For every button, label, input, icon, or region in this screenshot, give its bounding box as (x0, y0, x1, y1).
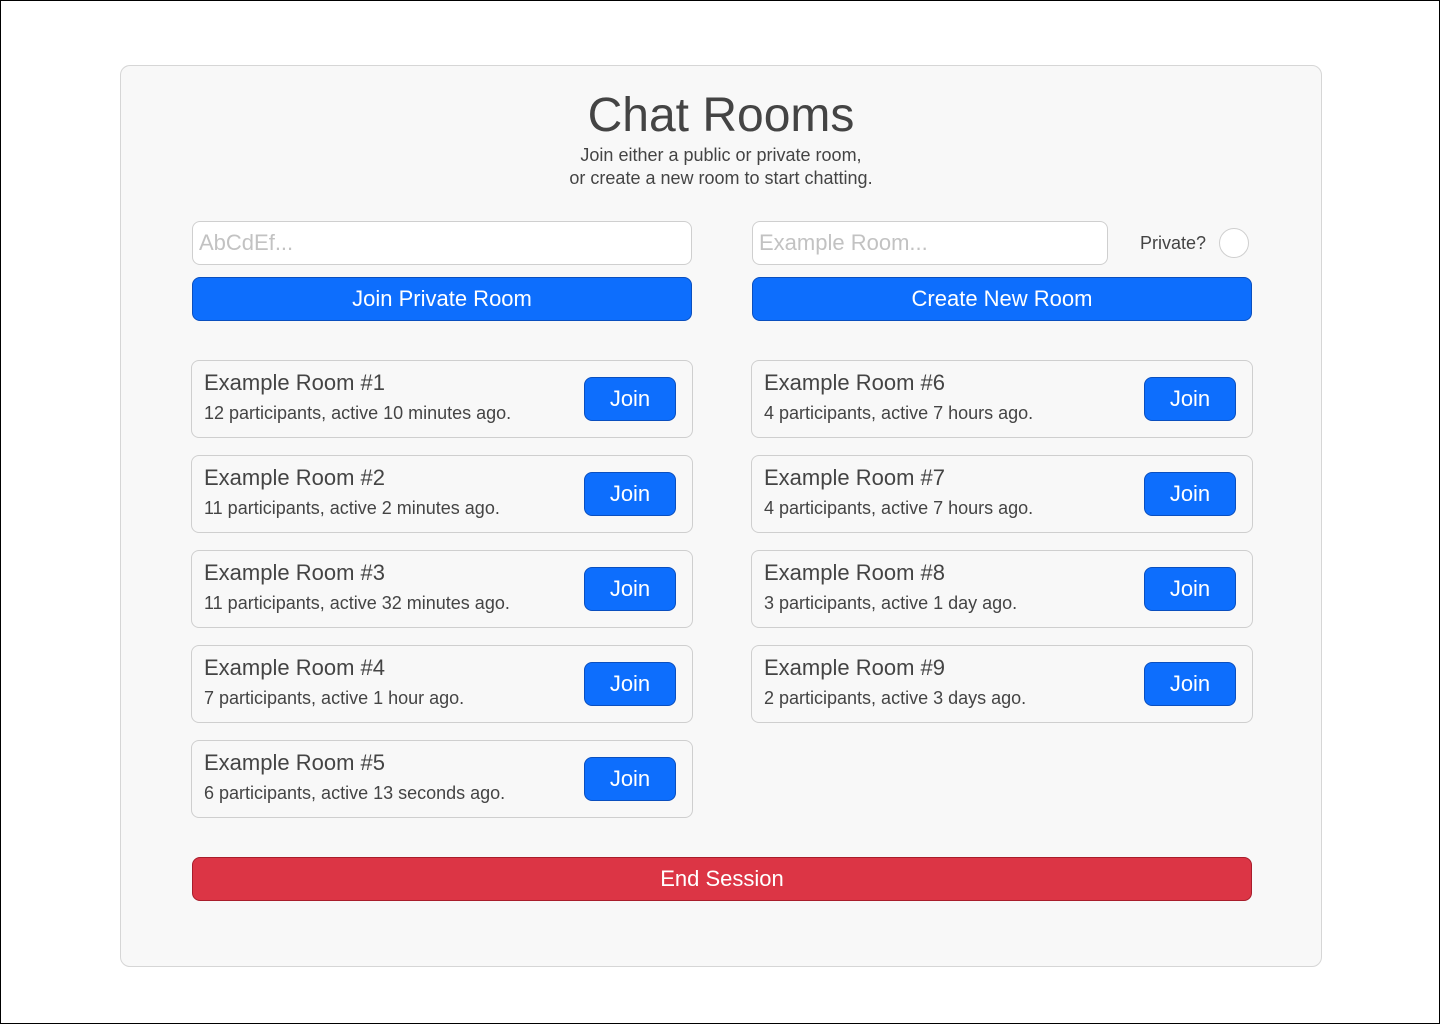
room-card: Example Room #5 6 participants, active 13… (191, 740, 693, 818)
room-name: Example Room #7 (764, 465, 945, 490)
room-name: Example Room #2 (204, 465, 385, 490)
create-new-room-button[interactable]: Create New Room (752, 277, 1252, 321)
join-room-button[interactable]: Join (584, 757, 676, 801)
room-card: Example Room #6 4 participants, active 7 … (751, 360, 1253, 438)
room-activity: 3 participants, active 1 day ago. (764, 593, 1018, 613)
join-room-button[interactable]: Join (1144, 377, 1236, 421)
subtitle-line-2: or create a new room to start chatting. (569, 168, 873, 188)
room-card: Example Room #1 12 participants, active 1… (191, 360, 693, 438)
page-title: Chat Rooms (587, 89, 855, 142)
room-card: Example Room #2 11 participants, active 2… (191, 455, 693, 533)
join-room-button[interactable]: Join (1144, 662, 1236, 706)
room-activity: 6 participants, active 13 seconds ago. (204, 783, 506, 803)
subtitle-line-1: Join either a public or private room, (580, 145, 862, 165)
room-name: Example Room #9 (764, 655, 945, 680)
new-room-name-input[interactable] (752, 221, 1108, 265)
join-room-button[interactable]: Join (1144, 472, 1236, 516)
join-room-button[interactable]: Join (584, 377, 676, 421)
room-activity: 11 participants, active 32 minutes ago. (204, 593, 510, 613)
join-room-button[interactable]: Join (1144, 567, 1236, 611)
room-name: Example Room #4 (204, 655, 385, 680)
room-activity: 4 participants, active 7 hours ago. (764, 403, 1034, 423)
room-card: Example Room #4 7 participants, active 1 … (191, 645, 693, 723)
room-name: Example Room #6 (764, 370, 945, 395)
room-card: Example Room #3 11 participants, active 3… (191, 550, 693, 628)
room-name: Example Room #3 (204, 560, 385, 585)
join-private-room-button[interactable]: Join Private Room (192, 277, 692, 321)
private-room-code-input[interactable] (192, 221, 692, 265)
room-card: Example Room #7 4 participants, active 7 … (751, 455, 1253, 533)
room-activity: 7 participants, active 1 hour ago. (204, 688, 465, 708)
room-card: Example Room #9 2 participants, active 3 … (751, 645, 1253, 723)
join-room-button[interactable]: Join (584, 567, 676, 611)
page-subtitle: Join either a public or private room, or… (121, 144, 1321, 190)
end-session-button[interactable]: End Session (192, 857, 1252, 901)
room-activity: 11 participants, active 2 minutes ago. (204, 498, 500, 518)
private-toggle-label: Private? (1140, 233, 1207, 253)
room-activity: 12 participants, active 10 minutes ago. (204, 403, 512, 423)
private-toggle[interactable] (1219, 228, 1249, 258)
chat-rooms-panel: Chat Rooms Join either a public or priva… (120, 65, 1322, 967)
room-name: Example Room #5 (204, 750, 385, 775)
room-activity: 2 participants, active 3 days ago. (764, 688, 1027, 708)
room-activity: 4 participants, active 7 hours ago. (764, 498, 1034, 518)
room-name: Example Room #1 (204, 370, 385, 395)
room-name: Example Room #8 (764, 560, 945, 585)
join-room-button[interactable]: Join (584, 662, 676, 706)
join-room-button[interactable]: Join (584, 472, 676, 516)
room-card: Example Room #8 3 participants, active 1 … (751, 550, 1253, 628)
